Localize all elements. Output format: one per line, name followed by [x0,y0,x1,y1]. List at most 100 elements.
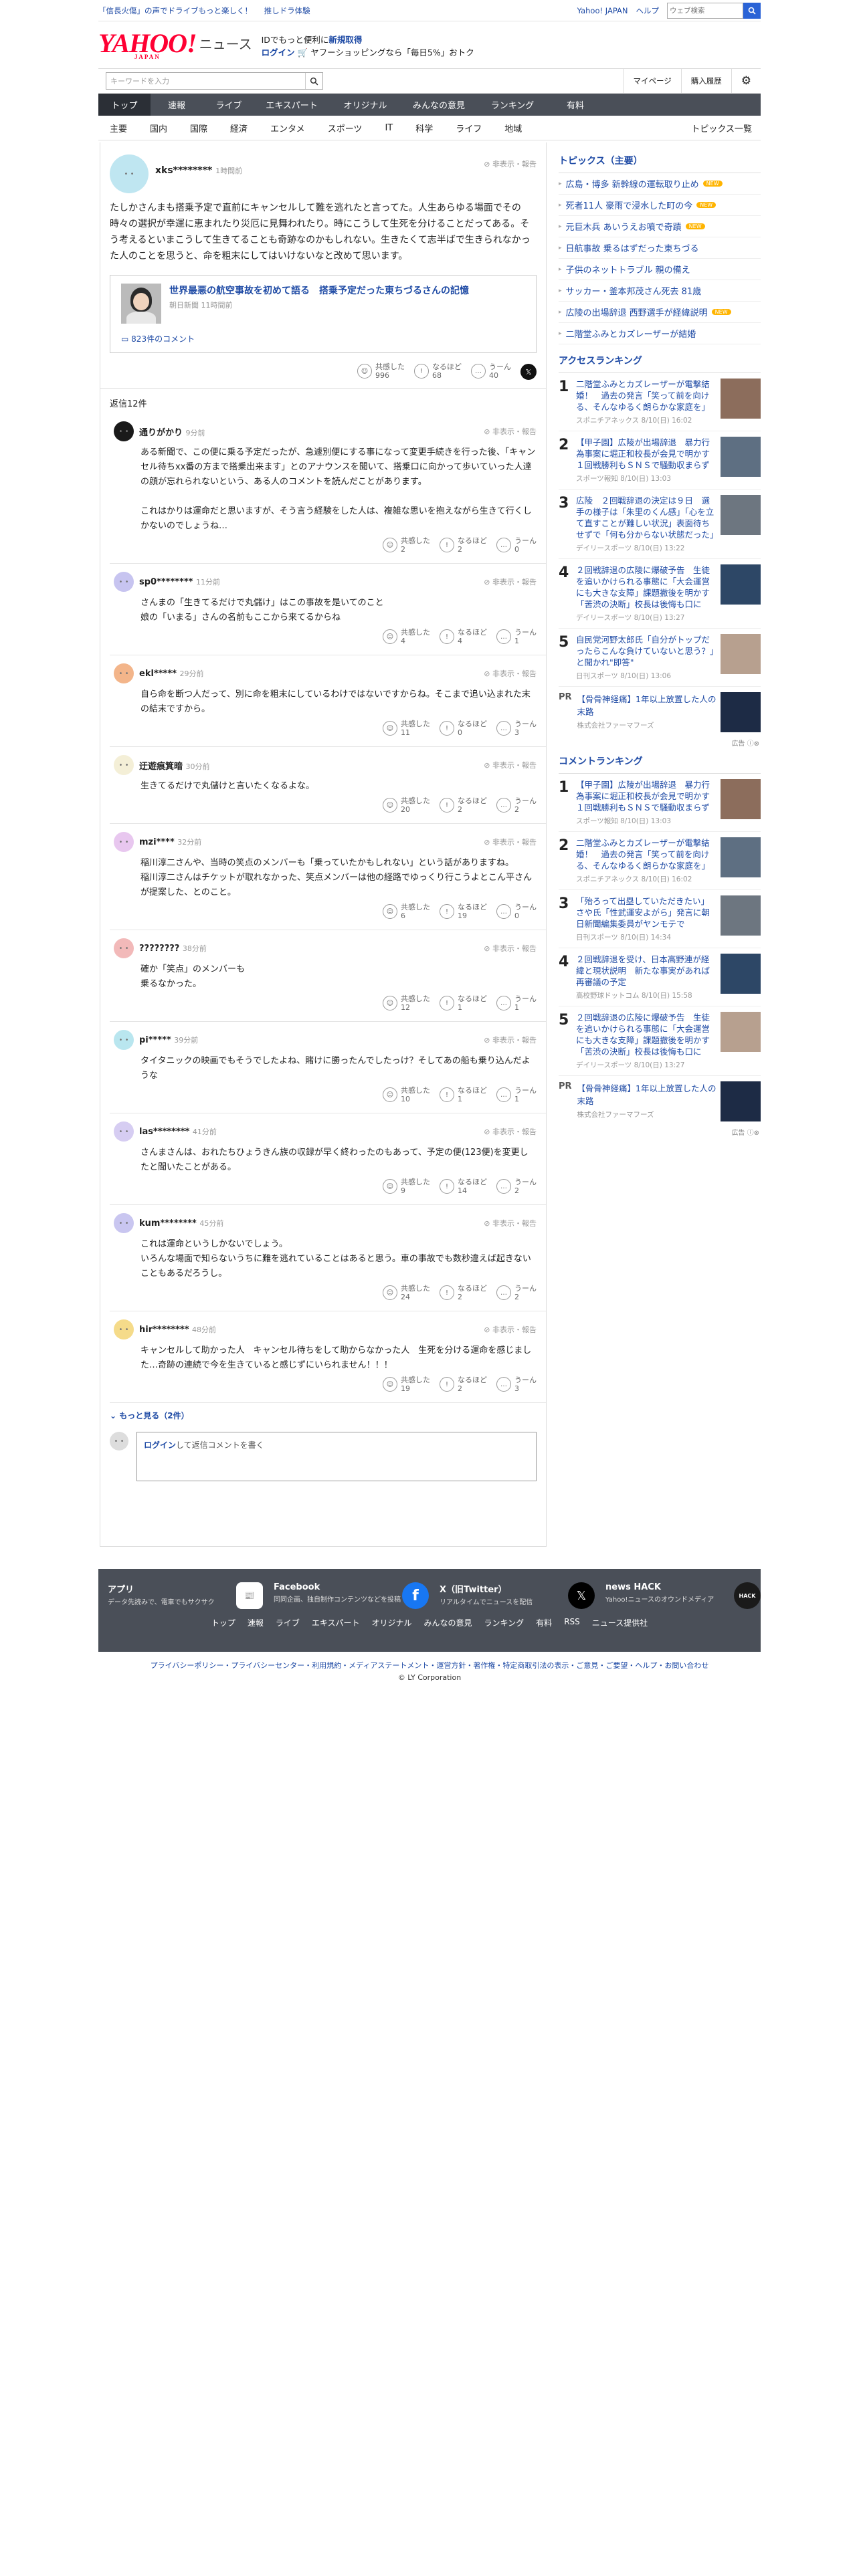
yahoo-japan-link[interactable]: Yahoo! JAPAN [577,6,628,15]
topic-item[interactable]: ▸ 二階堂ふみとカズレーザーが結婚 [559,323,761,344]
hide-report-button[interactable]: ⊘ 非表示・報告 [484,1218,537,1228]
empathy-button[interactable]: ☺ 共感した 19 [383,1376,430,1393]
rank-title[interactable]: 二階堂ふみとカズレーザーが電撃結婚！ 過去の発言「笑って前を向ける、そんなゆるく… [576,837,715,871]
empathy-button[interactable]: ☺ 共感した 24 [383,1284,430,1301]
insight-button[interactable]: ! なるほど 1 [440,1086,487,1103]
reply-user[interactable]: las******** [139,1127,189,1137]
empathy-button[interactable]: ☺ 共感した 11 [383,720,430,737]
pr-item[interactable]: PR 【骨骨神経痛】1年以上放置した人の末路 株式会社ファーマフーズ [559,687,761,738]
insight-button[interactable]: ! なるほど 2 [440,536,487,554]
topic-label[interactable]: 二階堂ふみとカズレーザーが結婚 [566,327,696,340]
cat-economy[interactable]: 経済 [219,122,259,134]
empathy-button[interactable]: ☺ 共感した 10 [383,1086,430,1103]
topic-label[interactable]: 広島・博多 新幹線の運転取り止め [566,177,699,190]
x-share-icon[interactable]: 𝕏 [520,364,537,380]
shopping-promo-link[interactable]: 🛒 ヤフーショッピングなら「毎日5%」おトク [298,47,474,58]
insight-button[interactable]: ! なるほど 14 [440,1178,487,1195]
topic-item[interactable]: ▸ 元巨木兵 あいうえお噴で奇蹟 NEW [559,216,761,237]
rank-title[interactable]: 「殆ろって出塁していただきたい」さや氏「性武運安よがら」発言に朝日新聞編集委員が… [576,895,715,930]
footer-link[interactable]: RSS [564,1617,580,1628]
web-search-button[interactable] [743,2,761,19]
footer-link[interactable]: ニュース提供社 [592,1617,648,1628]
topic-item[interactable]: ▸ 広島・博多 新幹線の運転取り止め NEW [559,173,761,195]
gnav-paid[interactable]: 有料 [549,94,601,116]
reply-user[interactable]: kum******** [139,1218,197,1228]
footer-newshack-card[interactable]: news HACK Yahoo!ニュースのオウンドメディア HACK [605,1582,761,1609]
empathy-button[interactable]: ☺ 共感した 2 [383,536,430,554]
ranking-item[interactable]: 5 ２回戦辞退の広陵に爆破予告 生徒を追いかけられる事態に「大会運営にも大きな支障… [559,1006,761,1076]
promo-link-2[interactable]: 推しドラ体験 [264,6,310,15]
new-id-link[interactable]: 新規取得 [328,35,362,45]
hmm-button[interactable]: … うーん 0 [496,903,537,920]
insight-button[interactable]: ! なるほど 4 [440,628,487,645]
gnav-original[interactable]: オリジナル [328,94,402,116]
topic-label[interactable]: サッカー・釜本邦茂さん死去 81歳 [566,284,702,297]
purchase-history-link[interactable]: 購入履歴 [680,68,731,94]
hmm-button[interactable]: … うーん 0 [496,536,537,554]
hmm-button[interactable]: … うーん 1 [496,1086,537,1103]
ranking-item[interactable]: 3 広陵 ２回戦辞退の決定は９日 選手の様子は「朱里のくん感」「心を立て直すことが… [559,490,761,559]
reply-user[interactable]: pi***** [139,1035,171,1045]
gnav-ranking[interactable]: ランキング [476,94,549,116]
hmm-button[interactable]: … うーん 2 [496,1284,537,1301]
hmm-button[interactable]: … うーん 2 [496,1178,537,1195]
legal-text[interactable]: プライバシーポリシー・プライバシーセンター・利用規約・メディアステートメント・運… [98,1660,761,1671]
insight-button[interactable]: ! なるほど 68 [414,362,462,380]
reply-user[interactable]: ekl***** [139,669,177,679]
cat-local[interactable]: 地域 [493,122,533,134]
hmm-button[interactable]: … うーん 3 [496,1376,537,1393]
keyword-search[interactable]: キーワードを入力 [106,72,323,90]
hide-report-button[interactable]: ⊘ 非表示・報告 [484,1035,537,1045]
reply-login-link[interactable]: ログイン [144,1440,176,1450]
gnav-live[interactable]: ライブ [203,94,255,116]
login-link[interactable]: ログイン [262,47,295,58]
hide-report-button[interactable]: ⊘ 非表示・報告 [484,576,537,587]
hide-report-button[interactable]: ⊘ 非表示・報告 [484,943,537,954]
topic-item[interactable]: ▸ 日航事故 乗るはずだった東ちづる [559,237,761,259]
topic-item[interactable]: ▸ サッカー・釜本邦茂さん死去 81歳 [559,280,761,302]
footer-link[interactable]: 有料 [536,1617,552,1628]
article-comments-link[interactable]: ▭ 823件のコメント [121,333,525,344]
cat-sports[interactable]: スポーツ [316,122,374,134]
hmm-button[interactable]: … うーん 1 [496,994,537,1012]
topic-label[interactable]: 元巨木兵 あいうえお噴で奇蹟 [566,220,682,233]
insight-button[interactable]: ! なるほど 1 [440,994,487,1012]
keyword-search-button[interactable] [305,73,322,89]
gnav-opinions[interactable]: みんなの意見 [402,94,476,116]
gnav-expert[interactable]: エキスパート [255,94,328,116]
rank-title[interactable]: ２回戦辞退の広陵に爆破予告 生徒を追いかけられる事態に「大会運営にも大きな支障」… [576,1012,715,1057]
ranking-item[interactable]: 3 「殆ろって出塁していただきたい」さや氏「性武運安よがら」発言に朝日新聞編集委員… [559,890,761,948]
hmm-button[interactable]: … うーん 3 [496,720,537,737]
hide-report-button[interactable]: ⊘ 非表示・報告 [484,1126,537,1137]
hide-report-button[interactable]: ⊘ 非表示・報告 [484,1324,537,1335]
rank-title[interactable]: 広陵 ２回戦辞退の決定は９日 選手の様子は「朱里のくん感」「心を立て直すことが難… [576,495,719,540]
cat-life[interactable]: ライフ [444,122,493,134]
ranking-item[interactable]: 4 ２回戦辞退の広陵に爆破予告 生徒を追いかけられる事態に「大会運営にも大きな支障… [559,559,761,629]
pr-title[interactable]: 【骨骨神経痛】1年以上放置した人の末路 [577,1081,721,1107]
cat-it[interactable]: IT [373,123,404,133]
ranking-item[interactable]: 1 【甲子園】広陵が出場辞退 暴力行為事案に堀正和校長が会見で明かす １回戦勝利も… [559,774,761,832]
cat-world[interactable]: 国際 [179,122,219,134]
rank-title[interactable]: ２回戦辞退の広陵に爆破予告 生徒を追いかけられる事態に「大会運営にも大きな支障」… [576,564,715,610]
rank-title[interactable]: 二階堂ふみとカズレーザーが電撃結婚！ 過去の発言「笑って前を向ける、そんなゆるく… [576,379,715,413]
help-link[interactable]: ヘルプ [636,5,660,16]
rank-title[interactable]: 【甲子園】広陵が出場辞退 暴力行為事案に堀正和校長が会見で明かす １回戦勝利もＳ… [576,437,719,471]
insight-button[interactable]: ! なるほど 2 [440,796,487,814]
comment-user[interactable]: xks******** [155,165,212,176]
hmm-button[interactable]: … うーん 2 [496,796,537,814]
hide-report-button[interactable]: ⊘ 非表示・報告 [484,158,537,169]
empathy-button[interactable]: ☺ 共感した 9 [383,1178,430,1195]
hide-report-button[interactable]: ⊘ 非表示・報告 [484,668,537,679]
reply-user[interactable]: 通りがかり [139,428,183,438]
rank-title[interactable]: 【甲子園】広陵が出場辞退 暴力行為事案に堀正和校長が会見で明かす １回戦勝利もＳ… [576,779,719,813]
mypage-link[interactable]: マイページ [623,68,680,94]
footer-link[interactable]: ランキング [484,1617,524,1628]
rank-title[interactable]: ２回戦辞退を受け、日本高野連が経緯と現状説明 新たな事実があれば再審議の予定 [576,954,715,988]
empathy-button[interactable]: ☺ 共感した 6 [383,903,430,920]
hide-report-button[interactable]: ⊘ 非表示・報告 [484,426,537,437]
ranking-item[interactable]: 1 二階堂ふみとカズレーザーが電撃結婚！ 過去の発言「笑って前を向ける、そんなゆる… [559,373,761,431]
ranking-item[interactable]: 2 二階堂ふみとカズレーザーが電撃結婚！ 過去の発言「笑って前を向ける、そんなゆる… [559,832,761,890]
footer-link[interactable]: エキスパート [312,1617,360,1628]
footer-link[interactable]: オリジナル [372,1617,412,1628]
hmm-button[interactable]: … うーん 40 [471,362,511,380]
